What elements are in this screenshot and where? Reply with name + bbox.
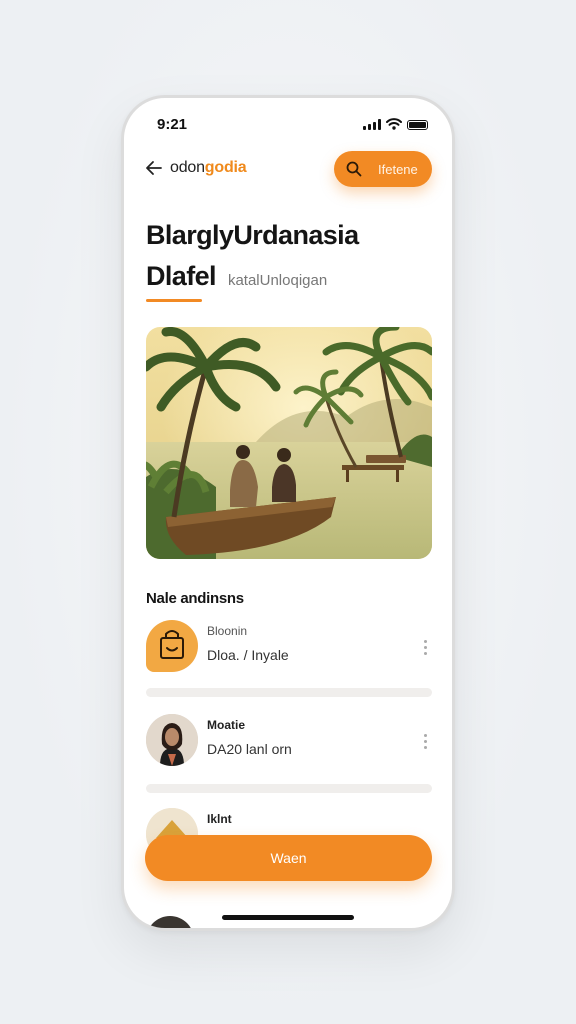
page-header: BlarglyUrdanasia Dlafel katalUnloqigan xyxy=(146,220,359,292)
list-texts: Bloonin Dloa. / Inyale xyxy=(207,624,289,663)
more-vertical-icon[interactable] xyxy=(422,640,428,658)
person-photo xyxy=(146,714,198,766)
avatar xyxy=(146,916,194,928)
back-button[interactable]: odongodia xyxy=(144,158,247,178)
list-item-detail: Dloa. / Inyale xyxy=(207,647,289,663)
list-texts: Moatie DA20 lanl orn xyxy=(207,718,292,757)
page-title: BlarglyUrdanasia xyxy=(146,220,359,250)
signal-icon xyxy=(363,119,381,130)
top-nav: odongodia Ifetene xyxy=(124,150,452,194)
brand-plain: odon xyxy=(170,159,205,176)
list-item[interactable]: Moatie DA20 lanl orn xyxy=(146,714,432,770)
primary-action-button[interactable]: Waen xyxy=(145,835,432,881)
search-icon xyxy=(346,161,362,177)
section-title: Nale andinsns xyxy=(146,590,244,607)
hero-image[interactable] xyxy=(146,327,432,559)
screen-background: 9:21 odongodia Ifetene BlarglyUrdanasia … xyxy=(0,0,576,1024)
brand-name: odongodia xyxy=(170,159,247,177)
back-arrow-icon xyxy=(146,161,162,175)
search-pill-label: Ifetene xyxy=(378,161,418,177)
brand-accent: godia xyxy=(204,159,247,176)
list-item-detail: DA20 lanl orn xyxy=(207,741,292,757)
list-item-title: Moatie xyxy=(207,718,246,732)
shopping-bag-avatar xyxy=(146,620,198,672)
list-texts: Iklnt xyxy=(207,812,232,835)
battery-icon xyxy=(407,120,428,130)
more-vertical-icon[interactable] xyxy=(422,734,428,752)
wifi-icon xyxy=(386,118,402,130)
home-indicator[interactable] xyxy=(222,915,354,920)
hero-illustration xyxy=(146,327,432,559)
title-row: Dlafel katalUnloqigan xyxy=(146,261,359,292)
page-subtitle: katalUnloqigan xyxy=(227,272,328,289)
divider xyxy=(146,784,432,793)
status-bar: 9:21 xyxy=(124,98,452,148)
status-icons xyxy=(363,118,428,130)
page-title-second-line: Dlafel xyxy=(146,261,217,291)
search-pill-button[interactable]: Ifetene xyxy=(334,151,432,187)
list-item-title: Iklnt xyxy=(207,812,232,826)
list-item[interactable]: Bloonin Dloa. / Inyale xyxy=(146,620,432,676)
title-underline xyxy=(146,299,202,302)
shopping-bag-icon xyxy=(160,630,184,659)
divider xyxy=(146,688,432,697)
phone-frame: 9:21 odongodia Ifetene BlarglyUrdanasia … xyxy=(121,95,455,931)
status-time: 9:21 xyxy=(157,116,188,133)
primary-action-label: Waen xyxy=(270,850,307,866)
list-item-title: Bloonin xyxy=(207,624,248,638)
avatar xyxy=(146,714,198,766)
